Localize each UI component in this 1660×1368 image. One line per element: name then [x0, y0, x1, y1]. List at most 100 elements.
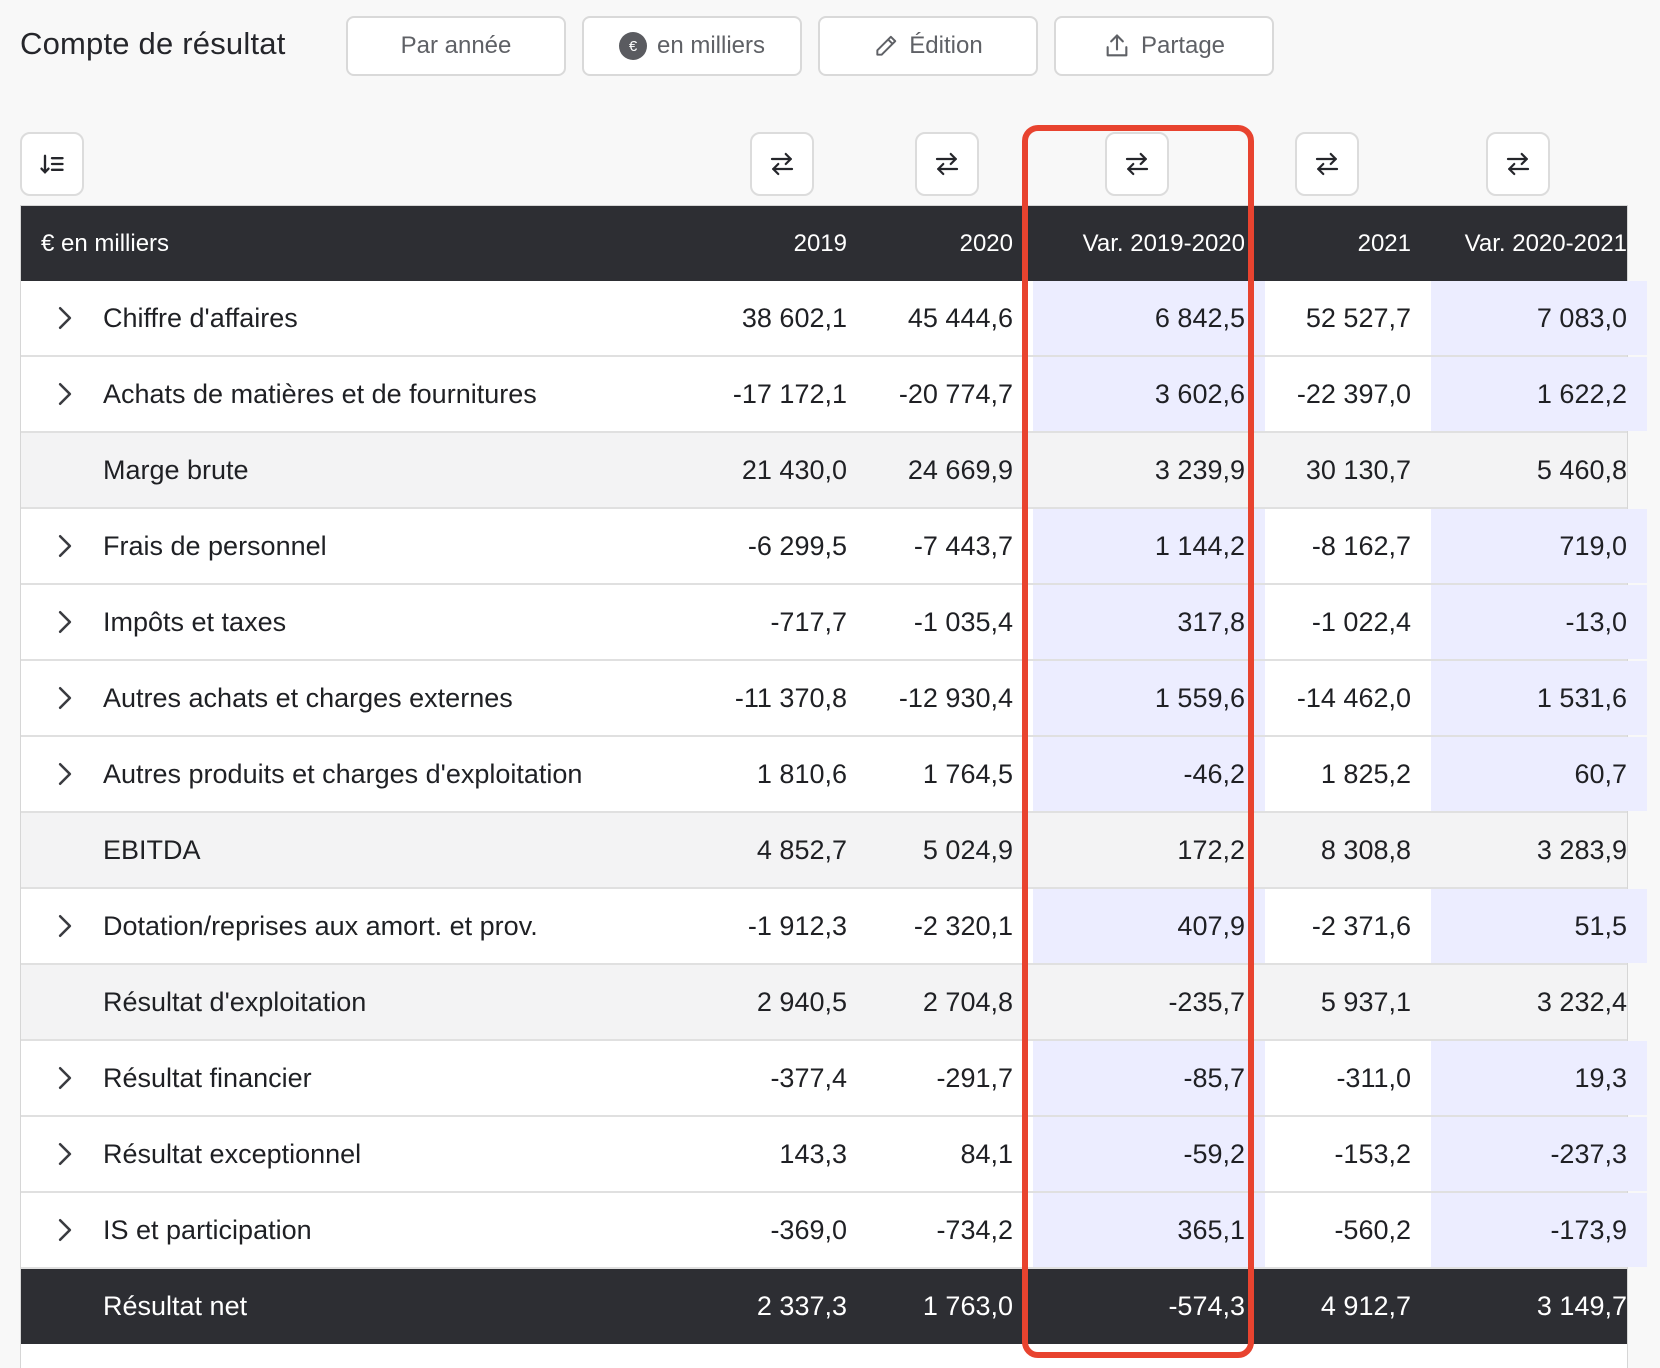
table-row[interactable]: Résultat financier -377,4 -291,7 -85,7 -311,… [21, 1041, 1647, 1117]
income-statement-table: € en milliers 2019 2020 Var. 2019-2020 2… [20, 205, 1647, 1368]
table-header-row: € en milliers 2019 2020 Var. 2019-2020 2… [21, 206, 1627, 281]
header-2020[interactable]: 2020 [867, 206, 1033, 281]
value-var-2019-2020: -85,7 [1033, 1041, 1265, 1115]
swap-column-2020-button[interactable] [915, 132, 979, 196]
row-label: EBITDA [103, 834, 201, 865]
row-label: Résultat exceptionnel [103, 1138, 362, 1169]
value-2019: -377,4 [770, 1062, 847, 1093]
value-2021: -1 022,4 [1311, 606, 1411, 637]
value-var-2020-2021: 3 283,9 [1536, 834, 1627, 865]
value-var-2019-2020: -59,2 [1033, 1117, 1265, 1191]
value-2019: 1 810,6 [756, 758, 847, 789]
share-button[interactable]: Partage [1054, 16, 1274, 76]
swap-column-2021-button[interactable] [1295, 132, 1359, 196]
header-2021[interactable]: 2021 [1265, 206, 1431, 281]
value-var-2019-2020: 172,2 [1177, 834, 1245, 865]
value-2020: -20 774,7 [898, 378, 1013, 409]
value-2020: 24 669,9 [907, 454, 1013, 485]
value-var-2020-2021: 7 083,0 [1431, 281, 1647, 355]
swap-column-2019-button[interactable] [750, 132, 814, 196]
value-var-2019-2020: -235,7 [1168, 986, 1245, 1017]
value-var-2019-2020: -46,2 [1033, 737, 1265, 811]
value-var-2020-2021: 60,7 [1431, 737, 1647, 811]
value-var-2019-2020: 1 559,6 [1033, 661, 1265, 735]
header-var-2019-2020[interactable]: Var. 2019-2020 [1033, 206, 1265, 281]
row-label: Dotation/reprises aux amort. et prov. [103, 910, 538, 941]
value-2019: 2 940,5 [756, 986, 847, 1017]
table-row[interactable]: Frais de personnel -6 299,5 -7 443,7 1 144,… [21, 509, 1647, 585]
swap-arrows-icon [1315, 152, 1339, 176]
row-label: Marge brute [103, 454, 249, 485]
value-2020: -12 930,4 [898, 682, 1013, 713]
value-2021: 30 130,7 [1305, 454, 1411, 485]
unit-selector-button[interactable]: € en milliers [582, 16, 802, 76]
edit-label: Édition [909, 32, 983, 59]
value-var-2020-2021: -237,3 [1431, 1117, 1647, 1191]
value-2021: -153,2 [1334, 1138, 1411, 1169]
table-row[interactable]: IS et participation -369,0 -734,2 365,1 -560… [21, 1193, 1647, 1269]
value-var-2019-2020: 6 842,5 [1033, 281, 1265, 355]
table-row[interactable]: Chiffre d'affaires 38 602,1 45 444,6 6 842,… [21, 281, 1647, 357]
row-label: Résultat net [103, 1291, 248, 1321]
table-row[interactable]: Dotation/reprises aux amort. et prov. -1 … [21, 889, 1647, 965]
table-row[interactable]: Achats de matières et de fournitures -17 … [21, 357, 1647, 433]
table-row[interactable]: Autres achats et charges externes -11 370… [21, 661, 1647, 737]
value-2020: -2 320,1 [913, 910, 1013, 941]
value-2020: 84,1 [960, 1138, 1013, 1169]
value-var-2020-2021: 1 531,6 [1431, 661, 1647, 735]
value-2019: -369,0 [770, 1214, 847, 1245]
value-var-2020-2021: 1 622,2 [1431, 357, 1647, 431]
sort-icon [40, 154, 64, 174]
value-2019: 21 430,0 [741, 454, 847, 485]
value-2020: 45 444,6 [907, 302, 1013, 333]
subtotal-row: Résultat d'exploitation 2 940,5 2 704,8 -23… [21, 965, 1627, 1041]
edit-button[interactable]: Édition [818, 16, 1038, 76]
swap-arrows-icon [1506, 152, 1530, 176]
period-selector-button[interactable]: Par année [346, 16, 566, 76]
pencil-icon [876, 35, 897, 56]
swap-arrows-icon [770, 152, 794, 176]
value-2020: 5 024,9 [922, 834, 1013, 865]
share-label: Partage [1140, 32, 1226, 59]
table-row[interactable]: Résultat exceptionnel 143,3 84,1 -59,2 -153,… [21, 1117, 1647, 1193]
value-var-2020-2021: 19,3 [1431, 1041, 1647, 1115]
row-label: Frais de personnel [103, 530, 327, 561]
row-label: Autres achats et charges externes [103, 682, 513, 713]
value-var-2020-2021: 5 460,8 [1536, 454, 1627, 485]
value-var-2020-2021: 719,0 [1431, 509, 1647, 583]
row-label: Impôts et taxes [103, 606, 287, 637]
row-label: IS et participation [103, 1214, 312, 1245]
unit-label: en milliers [656, 32, 766, 59]
swap-arrows-icon [935, 152, 959, 176]
value-var-2019-2020: -574,3 [1168, 1291, 1245, 1321]
value-2021: -14 462,0 [1296, 682, 1411, 713]
value-var-2020-2021: 3 232,4 [1536, 986, 1627, 1017]
table-row[interactable]: Impôts et taxes -717,7 -1 035,4 317,8 -1 022… [21, 585, 1647, 661]
value-2019: -1 912,3 [747, 910, 847, 941]
header-2019[interactable]: 2019 [681, 206, 867, 281]
swap-column-var-2020-2021-button[interactable] [1486, 132, 1550, 196]
value-2021: 1 825,2 [1320, 758, 1411, 789]
row-label: Achats de matières et de fournitures [103, 378, 537, 409]
row-label: Résultat d'exploitation [103, 986, 367, 1017]
table-footer-space [21, 1344, 1627, 1368]
value-var-2019-2020: 3 602,6 [1033, 357, 1265, 431]
total-row: Résultat net 2 337,3 1 763,0 -574,3 4 912,7 3… [21, 1269, 1627, 1344]
subtotal-row: EBITDA 4 852,7 5 024,9 172,2 8 308,8 3 283,9 [21, 813, 1627, 889]
row-label: Chiffre d'affaires [103, 302, 298, 333]
table-row[interactable]: Autres produits et charges d'exploitatio… [21, 737, 1647, 813]
value-2020: -7 443,7 [913, 530, 1013, 561]
value-2021: 5 937,1 [1320, 986, 1411, 1017]
value-2019: 38 602,1 [741, 302, 847, 333]
sort-rows-button[interactable] [20, 132, 84, 196]
header-var-2020-2021[interactable]: Var. 2020-2021 [1431, 206, 1647, 281]
swap-column-var-2019-2020-button[interactable] [1105, 132, 1169, 196]
value-var-2019-2020: 317,8 [1033, 585, 1265, 659]
value-2020: 1 764,5 [922, 758, 1013, 789]
value-2019: 2 337,3 [756, 1291, 847, 1321]
value-2020: 1 763,0 [922, 1291, 1013, 1321]
header-unit: € en milliers [41, 229, 170, 257]
value-2019: -17 172,1 [732, 378, 847, 409]
value-2020: 2 704,8 [922, 986, 1013, 1017]
row-label: Résultat financier [103, 1062, 312, 1093]
